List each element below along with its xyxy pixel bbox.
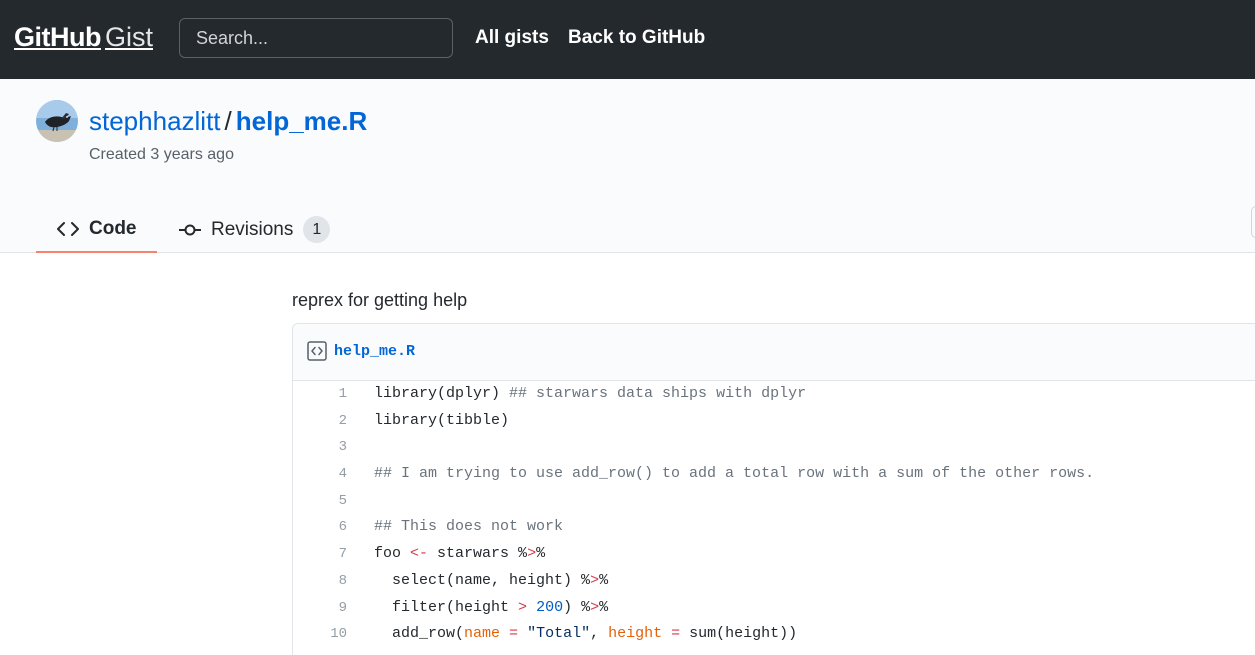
line-number[interactable]: 9: [293, 600, 347, 616]
all-gists-link[interactable]: All gists: [475, 27, 549, 49]
brand-github-text: GitHub: [14, 22, 101, 52]
back-to-github-link[interactable]: Back to GitHub: [568, 27, 705, 49]
line-number[interactable]: 8: [293, 573, 347, 589]
line-code: ## I am trying to use add_row() to add a…: [374, 465, 1095, 483]
revisions-count-badge: 1: [303, 216, 331, 243]
code-line: 2 library(tibble): [293, 409, 1255, 436]
code-line: 7 foo <- starwars %>%: [293, 542, 1255, 569]
line-number[interactable]: 5: [293, 493, 347, 509]
code-line: 3: [293, 435, 1255, 462]
github-gist-logo[interactable]: GitHub Gist: [14, 22, 153, 56]
gist-title: stephhazlitt / help_me.R: [89, 106, 367, 136]
file-box: help_me.R 1 library(dplyr) ## starwars d…: [292, 323, 1255, 655]
action-button-edge[interactable]: [1251, 206, 1255, 238]
file-name-link[interactable]: help_me.R: [334, 343, 415, 360]
line-number[interactable]: 4: [293, 466, 347, 482]
line-code: library(dplyr) ## starwars data ships wi…: [374, 385, 807, 402]
title-separator: /: [224, 106, 232, 136]
code-line: 4 ## I am trying to use add_row() to add…: [293, 462, 1255, 489]
code-icon: [57, 221, 79, 237]
line-code: add_row(name = "Total", height = sum(hei…: [374, 625, 798, 643]
search-input[interactable]: [179, 18, 453, 58]
line-number[interactable]: 2: [293, 413, 347, 429]
code-line: 1 library(dplyr) ## starwars data ships …: [293, 382, 1255, 409]
git-commit-icon: [179, 223, 201, 237]
tab-code-label: Code: [89, 217, 137, 239]
code-line: 8 select(name, height) %>%: [293, 569, 1255, 596]
tab-revisions[interactable]: Revisions 1: [179, 206, 331, 253]
gist-pagehead: stephhazlitt / help_me.R Created 3 years a…: [0, 79, 1255, 253]
gist-owner-link[interactable]: stephhazlitt: [89, 106, 221, 136]
brand-gist-text: Gist: [104, 22, 153, 52]
top-header: GitHub Gist All gists Back to GitHub: [0, 0, 1255, 79]
line-number[interactable]: 6: [293, 519, 347, 535]
code-line: 10 add_row(name = "Total", height = sum(…: [293, 622, 1255, 649]
code-line: 9 filter(height > 200) %>%: [293, 596, 1255, 623]
tab-revisions-label: Revisions: [211, 218, 294, 240]
gist-description: reprex for getting help: [292, 290, 468, 310]
avatar[interactable]: [36, 100, 78, 142]
tab-code[interactable]: Code: [36, 206, 157, 253]
line-code: library(tibble): [374, 411, 510, 429]
line-code: foo <- starwars %>%: [374, 545, 546, 563]
gist-filename-link[interactable]: help_me.R: [236, 106, 368, 136]
line-number[interactable]: 1: [293, 386, 347, 402]
line-code: select(name, height) %>%: [374, 571, 609, 589]
line-number[interactable]: 7: [293, 546, 347, 562]
line-code: ## This does not work: [374, 518, 564, 536]
code-line: 6 ## This does not work: [293, 515, 1255, 542]
line-number[interactable]: 3: [293, 439, 347, 455]
code-file-icon: [307, 341, 327, 366]
code-listing: 1 library(dplyr) ## starwars data ships …: [293, 382, 1255, 649]
line-code: filter(height > 200) %>%: [374, 598, 609, 616]
file-header: help_me.R: [293, 324, 1255, 381]
line-number[interactable]: 10: [293, 626, 347, 642]
created-timestamp: Created 3 years ago: [89, 146, 234, 163]
code-line: 5: [293, 489, 1255, 516]
